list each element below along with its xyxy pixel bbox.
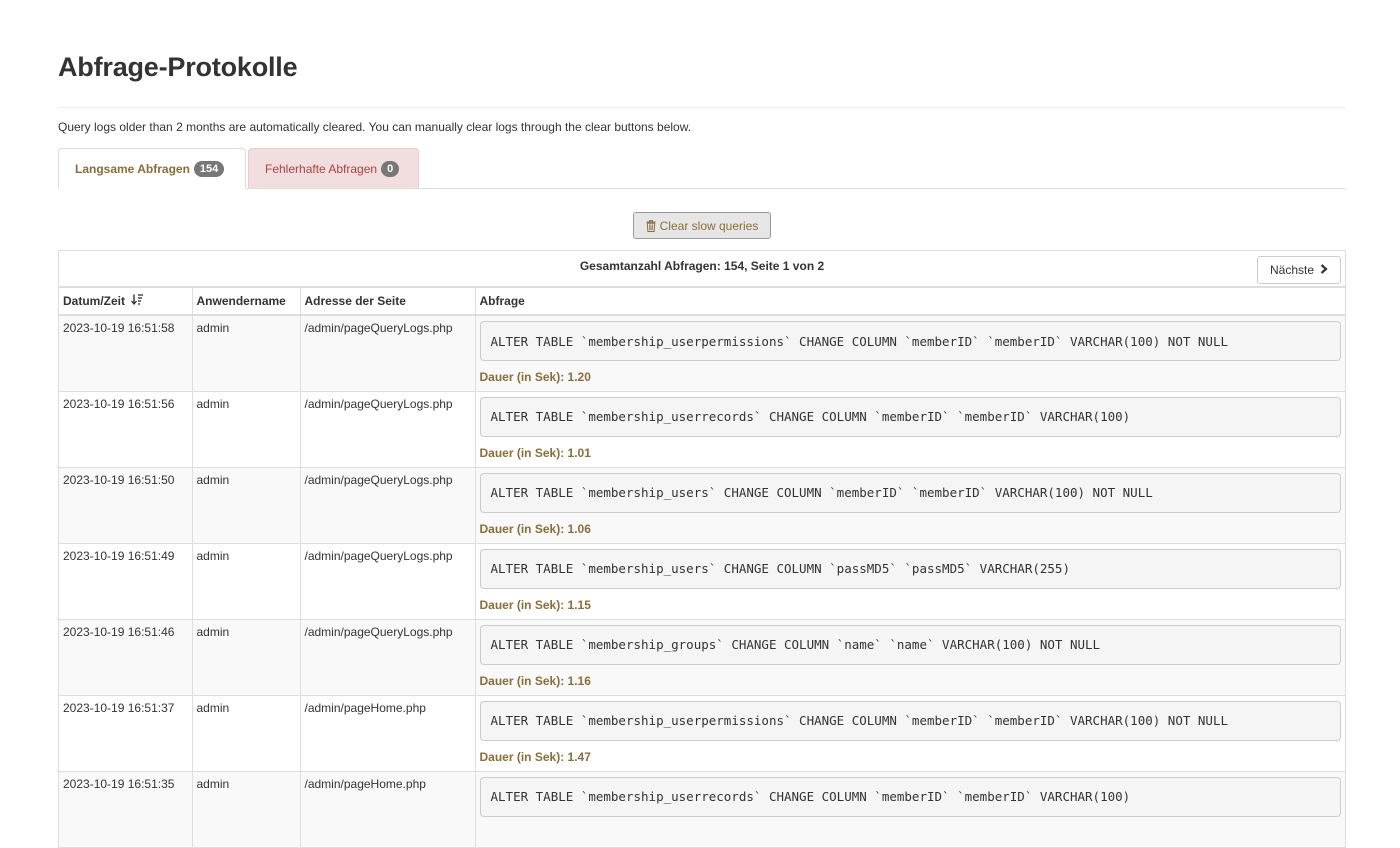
- column-header-query: Abfrage: [475, 288, 1345, 315]
- logs-table: Datum/Zeit Anwenderna: [59, 288, 1345, 848]
- notice-text: Query logs older than 2 months are autom…: [58, 120, 691, 134]
- cell-query: ALTER TABLE `membership_userpermissions`…: [475, 695, 1345, 771]
- clear-slow-queries-label: Clear slow queries: [660, 219, 759, 233]
- cell-datetime: 2023-10-19 16:51:58: [59, 315, 192, 391]
- cell-datetime: 2023-10-19 16:51:37: [59, 695, 192, 771]
- cell-page-address: /admin/pageHome.php: [300, 695, 475, 771]
- query-duration: Dauer (in Sek): 1.16: [480, 674, 1342, 688]
- cell-query: ALTER TABLE `membership_users` CHANGE CO…: [475, 543, 1345, 619]
- cell-datetime: 2023-10-19 16:51:50: [59, 467, 192, 543]
- column-header-username: Anwendername: [192, 288, 300, 315]
- table-caption: Gesamtanzahl Abfragen: 154, Seite 1 von …: [59, 251, 1345, 288]
- cell-page-address: /admin/pageHome.php: [300, 771, 475, 847]
- query-duration: Dauer (in Sek): 1.01: [480, 446, 1342, 460]
- cell-page-address: /admin/pageQueryLogs.php: [300, 619, 475, 695]
- table-row: 2023-10-19 16:51:56admin/admin/pageQuery…: [59, 391, 1345, 467]
- query-code-block: ALTER TABLE `membership_userpermissions`…: [480, 701, 1342, 741]
- tab-error-queries-label: Fehlerhafte Abfragen: [265, 162, 377, 176]
- clear-slow-queries-button[interactable]: Clear slow queries: [633, 212, 771, 239]
- cell-page-address: /admin/pageQueryLogs.php: [300, 315, 475, 391]
- cell-datetime: 2023-10-19 16:51:56: [59, 391, 192, 467]
- column-header-datetime-label: Datum/Zeit: [63, 294, 125, 308]
- cell-username: admin: [192, 543, 300, 619]
- pagination-summary: Gesamtanzahl Abfragen: 154, Seite 1 von …: [59, 259, 1345, 273]
- query-duration: Dauer (in Sek): 1.06: [480, 522, 1342, 536]
- cell-username: admin: [192, 467, 300, 543]
- next-page-button[interactable]: Nächste: [1257, 256, 1341, 284]
- cell-query: ALTER TABLE `membership_users` CHANGE CO…: [475, 467, 1345, 543]
- error-queries-count-badge: 0: [381, 161, 399, 177]
- cell-datetime: 2023-10-19 16:51:35: [59, 771, 192, 847]
- cell-username: admin: [192, 695, 300, 771]
- query-log-table: Gesamtanzahl Abfragen: 154, Seite 1 von …: [58, 250, 1346, 848]
- table-row: 2023-10-19 16:51:58admin/admin/pageQuery…: [59, 315, 1345, 391]
- query-code-block: ALTER TABLE `membership_userrecords` CHA…: [480, 397, 1342, 437]
- column-header-page-address: Adresse der Seite: [300, 288, 475, 315]
- page-title: Abfrage-Protokolle: [58, 52, 297, 83]
- tab-slow-queries[interactable]: Langsame Abfragen 154: [58, 148, 246, 189]
- next-page-label: Nächste: [1270, 263, 1314, 277]
- cell-query: ALTER TABLE `membership_userpermissions`…: [475, 315, 1345, 391]
- table-body: 2023-10-19 16:51:58admin/admin/pageQuery…: [59, 315, 1345, 847]
- query-code-block: ALTER TABLE `membership_users` CHANGE CO…: [480, 549, 1342, 589]
- table-row: 2023-10-19 16:51:46admin/admin/pageQuery…: [59, 619, 1345, 695]
- sort-descending-icon: [131, 294, 143, 308]
- query-duration: Dauer (in Sek): 1.15: [480, 598, 1342, 612]
- cell-username: admin: [192, 771, 300, 847]
- trash-icon: [646, 220, 656, 232]
- table-row: 2023-10-19 16:51:37admin/admin/pageHome.…: [59, 695, 1345, 771]
- table-row: 2023-10-19 16:51:35admin/admin/pageHome.…: [59, 771, 1345, 847]
- table-row: 2023-10-19 16:51:49admin/admin/pageQuery…: [59, 543, 1345, 619]
- cell-username: admin: [192, 619, 300, 695]
- cell-page-address: /admin/pageQueryLogs.php: [300, 467, 475, 543]
- slow-queries-count-badge: 154: [194, 161, 224, 177]
- table-row: 2023-10-19 16:51:50admin/admin/pageQuery…: [59, 467, 1345, 543]
- tabs-bar: Langsame Abfragen 154 Fehlerhafte Abfrag…: [58, 148, 1346, 189]
- query-code-block: ALTER TABLE `membership_groups` CHANGE C…: [480, 625, 1342, 665]
- cell-query: ALTER TABLE `membership_groups` CHANGE C…: [475, 619, 1345, 695]
- tab-error-queries[interactable]: Fehlerhafte Abfragen 0: [248, 148, 419, 188]
- cell-username: admin: [192, 391, 300, 467]
- query-duration: Dauer (in Sek): 1.47: [480, 750, 1342, 764]
- tab-slow-queries-label: Langsame Abfragen: [75, 162, 190, 176]
- cell-query: ALTER TABLE `membership_userrecords` CHA…: [475, 391, 1345, 467]
- query-duration: Dauer (in Sek): 1.20: [480, 370, 1342, 384]
- cell-page-address: /admin/pageQueryLogs.php: [300, 543, 475, 619]
- column-header-datetime[interactable]: Datum/Zeit: [59, 288, 192, 315]
- cell-datetime: 2023-10-19 16:51:49: [59, 543, 192, 619]
- title-divider: [58, 107, 1346, 108]
- cell-username: admin: [192, 315, 300, 391]
- cell-page-address: /admin/pageQueryLogs.php: [300, 391, 475, 467]
- cell-datetime: 2023-10-19 16:51:46: [59, 619, 192, 695]
- chevron-right-icon: [1320, 263, 1328, 277]
- query-code-block: ALTER TABLE `membership_users` CHANGE CO…: [480, 473, 1342, 513]
- table-header-row: Datum/Zeit Anwenderna: [59, 288, 1345, 315]
- query-code-block: ALTER TABLE `membership_userrecords` CHA…: [480, 777, 1342, 817]
- query-code-block: ALTER TABLE `membership_userpermissions`…: [480, 321, 1342, 361]
- cell-query: ALTER TABLE `membership_userrecords` CHA…: [475, 771, 1345, 847]
